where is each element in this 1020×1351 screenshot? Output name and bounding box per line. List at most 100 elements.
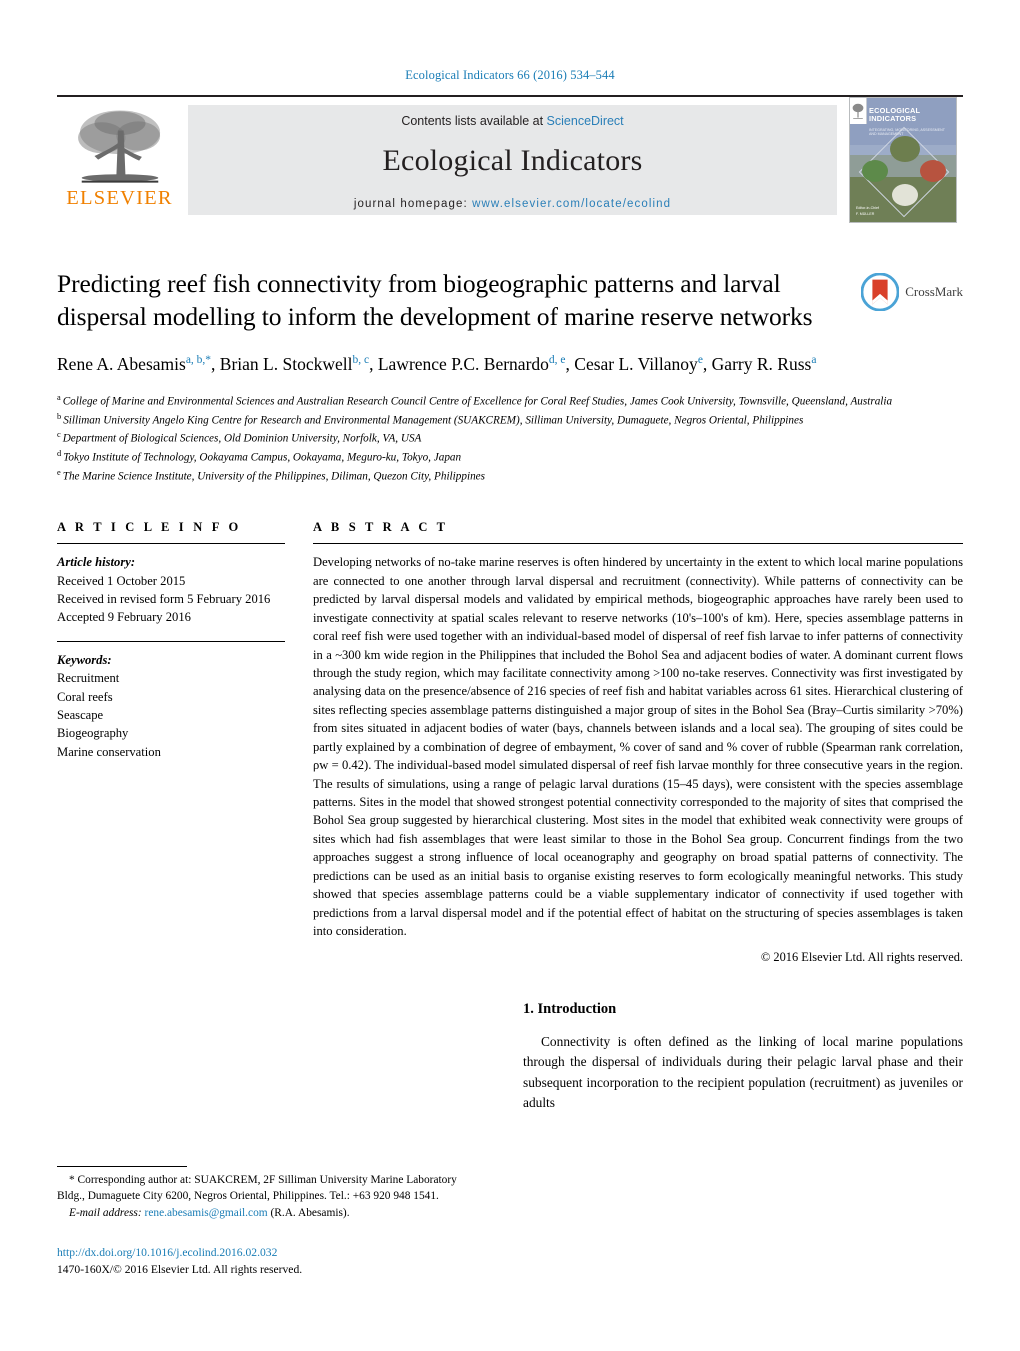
crossmark-badge[interactable]: CrossMark [843, 267, 963, 377]
journal-homepage-link[interactable]: www.elsevier.com/locate/ecolind [472, 198, 671, 210]
journal-title: Ecological Indicators [382, 144, 643, 177]
keyword-item[interactable]: Biogeography [57, 724, 285, 742]
affiliation-item: a College of Marine and Environmental Sci… [57, 392, 963, 411]
author-list: Rene A. Abesamisa, b,*, Brian L. Stockwe… [57, 352, 823, 377]
keyword-item[interactable]: Seascape [57, 706, 285, 724]
cover-footer-line2: F. MÜLLER [856, 211, 875, 216]
affiliation-mark: a [57, 393, 61, 403]
article-history-item: Accepted 9 February 2016 [57, 610, 191, 625]
doi-footer: http://dx.doi.org/10.1016/j.ecolind.2016… [57, 1245, 302, 1279]
cover-elsevier-bar [850, 98, 867, 124]
homepage-prefix: journal homepage: [353, 198, 473, 210]
affiliation-text: Tokyo Institute of Technology, Ookayama … [63, 451, 462, 464]
affiliation-item: b Silliman University Angelo King Centre … [57, 411, 963, 430]
author-affiliation-mark: a, b, [185, 354, 206, 367]
cover-title-line2: INDICATORS [869, 114, 917, 124]
author-name: Rene A. Abesamis [57, 354, 186, 375]
affiliation-text: Department of Biological Sciences, Old D… [62, 433, 422, 446]
keywords-label: Keywords: [57, 652, 112, 667]
affiliation-mark: c [57, 430, 61, 440]
email-label: E-mail address: [69, 1206, 142, 1219]
journal-cover-wrap: ECOLOGICAL INDICATORS INTEGRATING, MONIT… [843, 97, 963, 223]
introduction-paragraph: Connectivity is often defined as the lin… [523, 1033, 963, 1111]
author-affiliation-mark: a [811, 354, 817, 367]
publisher-logo: ELSEVIER [57, 97, 182, 223]
paper-page: Ecological Indicators 66 (2016) 534–544 … [0, 0, 1020, 1351]
cover-circle-2 [862, 160, 888, 182]
author-affiliation-mark: d, e [548, 354, 566, 367]
lower-left-column [57, 1001, 515, 1114]
cover-elsevier-tree-icon [852, 103, 864, 119]
keyword-item[interactable]: Recruitment [57, 669, 285, 687]
keyword-item[interactable]: Coral reefs [57, 688, 285, 706]
cover-circle-4 [892, 184, 918, 206]
footnote-rule [57, 1165, 187, 1167]
email-link[interactable]: rene.abesamis@gmail.com [145, 1207, 268, 1219]
introduction-heading: 1. Introduction [523, 1000, 617, 1017]
article-history-item: Received in revised form 5 February 2016 [57, 592, 271, 607]
issn-line: 1470-160X/© 2016 Elsevier Ltd. All right… [57, 1263, 303, 1277]
corresponding-author-footnote: * Corresponding author at: SUAKCREM, 2F … [57, 1165, 507, 1221]
author-separator: , [211, 354, 220, 375]
journal-cover-thumbnail: ECOLOGICAL INDICATORS INTEGRATING, MONIT… [849, 97, 957, 223]
journal-masthead: ELSEVIER Contents lists available at Sci… [57, 95, 963, 223]
running-head: Ecological Indicators 66 (2016) 534–544 [405, 68, 615, 82]
cover-footer-line1: Editor-in-Chief [856, 206, 879, 211]
author-name: Lawrence P.C. Bernardo [377, 354, 549, 375]
cover-circle-3 [920, 160, 946, 182]
author-name: Brian L. Stockwell [219, 354, 353, 375]
affiliation-item: c Department of Biological Sciences, Old … [57, 429, 963, 448]
article-history-label: Article history: [57, 555, 136, 570]
cover-title: ECOLOGICAL INDICATORS [869, 106, 952, 124]
article-history-item: Received 1 October 2015 [57, 573, 186, 588]
affiliation-list: a College of Marine and Environmental Sci… [57, 392, 963, 485]
sciencedirect-link[interactable]: ScienceDirect [547, 114, 624, 128]
abstract-heading: A B S T R A C T [313, 520, 449, 535]
crossmark-icon [861, 273, 900, 311]
author-separator: , [369, 354, 378, 375]
footnote-line2: Bldg., Dumaguete City 6200, Negros Orien… [57, 1190, 439, 1203]
affiliation-text: College of Marine and Environmental Scie… [62, 395, 893, 408]
affiliation-text: The Marine Science Institute, University… [62, 470, 485, 483]
cover-circle-1 [890, 136, 920, 162]
article-info-column: A R T I C L E I N F O Article history: R… [57, 520, 313, 964]
crossmark-label: CrossMark [905, 284, 963, 299]
author-name: Cesar L. Villanoy [574, 354, 698, 375]
masthead-center: Contents lists available at ScienceDirec… [188, 105, 837, 215]
contents-available-line: Contents lists available at ScienceDirec… [401, 114, 623, 128]
footnote-line1: * Corresponding author at: SUAKCREM, 2F … [69, 1173, 457, 1186]
doi-link[interactable]: http://dx.doi.org/10.1016/j.ecolind.2016… [57, 1245, 302, 1262]
affiliation-item: d Tokyo Institute of Technology, Ookayama… [57, 448, 963, 467]
journal-homepage-line: journal homepage: www.elsevier.com/locat… [354, 198, 671, 210]
title-main: Predicting reef fish connectivity from b… [57, 267, 843, 377]
info-abstract-columns: A R T I C L E I N F O Article history: R… [57, 520, 963, 964]
author-separator: , [565, 354, 575, 375]
keywords-rule [57, 640, 285, 642]
elsevier-tree-icon [77, 110, 160, 183]
title-block: Predicting reef fish connectivity from b… [57, 267, 963, 377]
article-info-rule [57, 543, 285, 545]
affiliation-mark: d [57, 449, 62, 459]
affiliation-text: Silliman University Angelo King Centre f… [63, 414, 804, 427]
article-history-block: Article history: Received 1 October 2015… [57, 553, 285, 627]
article-history-items: Received 1 October 2015 Received in revis… [57, 572, 285, 627]
abstract-column: A B S T R A C T Developing networks of n… [313, 520, 963, 964]
author-affiliation-mark: b, c [352, 354, 370, 367]
footnote-email-line: E-mail address: rene.abesamis@gmail.com … [57, 1205, 507, 1221]
page-title: Predicting reef fish connectivity from b… [57, 269, 813, 332]
lower-section: 1. Introduction Connectivity is often de… [57, 1001, 963, 1114]
keywords-items: Recruitment Coral reefs Seascape Biogeograp… [57, 669, 285, 761]
cover-footer: Editor-in-Chief F. MÜLLER [856, 206, 879, 217]
author-separator: , [702, 354, 712, 375]
author-name: Garry R. Russ [711, 354, 812, 375]
introduction-column: 1. Introduction Connectivity is often de… [515, 1001, 963, 1114]
abstract-rule [313, 543, 963, 545]
cover-subtitle: INTEGRATING, MONITORING, ASSESSMENT AND … [869, 128, 945, 137]
abstract-body: Developing networks of no-take marine re… [313, 555, 963, 939]
keyword-item[interactable]: Marine conservation [57, 743, 285, 761]
elsevier-wordmark: ELSEVIER [66, 187, 173, 209]
affiliation-mark: e [57, 467, 61, 477]
keywords-block: Keywords: Recruitment Coral reefs Seascape… [57, 651, 285, 761]
article-info-heading: A R T I C L E I N F O [57, 520, 242, 535]
affiliation-mark: b [57, 411, 62, 421]
